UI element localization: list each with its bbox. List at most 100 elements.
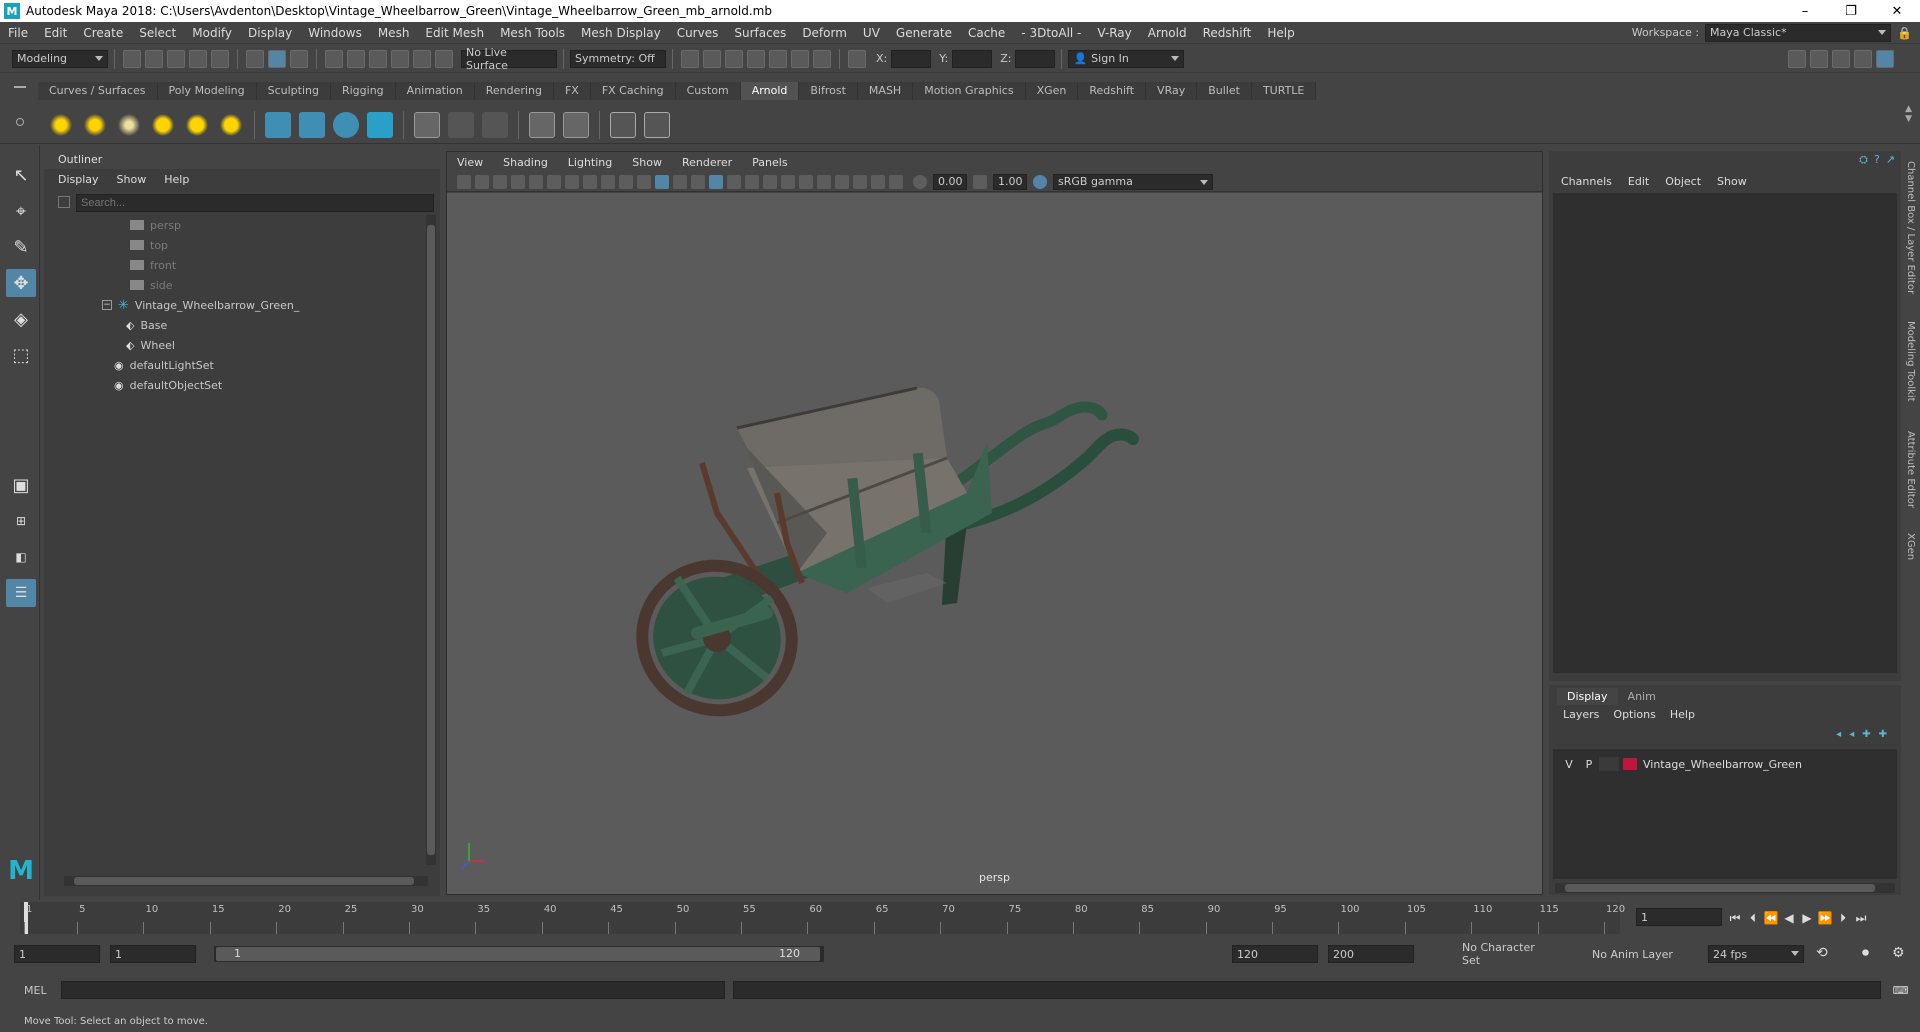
menu-select[interactable]: Select	[131, 26, 184, 40]
gamma-icon[interactable]	[973, 174, 987, 189]
tree-item-wheel[interactable]: ⬖ Wheel	[74, 335, 414, 355]
exposure-icon[interactable]	[913, 174, 927, 189]
channel-box-help-icon[interactable]: ?	[1874, 153, 1880, 167]
loop-icon[interactable]: ⟲	[1816, 945, 1828, 961]
anti-aliasing-icon[interactable]	[799, 174, 813, 189]
new-scene-icon[interactable]	[123, 49, 141, 68]
select-object-icon[interactable]	[268, 49, 286, 68]
tree-item-persp[interactable]: persp	[74, 215, 414, 235]
auto-key-icon[interactable]: ⏺	[1862, 945, 1869, 961]
viewport-menu-view[interactable]: View	[457, 156, 483, 169]
viewport-menu-shading[interactable]: Shading	[503, 156, 548, 169]
menu-curves[interactable]: Curves	[669, 26, 727, 40]
menu-deform[interactable]: Deform	[794, 26, 855, 40]
xray-joints-icon[interactable]	[871, 174, 885, 189]
playback-start-field[interactable]: 1	[110, 945, 196, 963]
animation-preferences-icon[interactable]: ⚙	[1892, 945, 1905, 961]
shelf-scroll-arrows-icon[interactable]: ▲ ▼	[1905, 104, 1912, 124]
color-space-dropdown[interactable]: sRGB gamma	[1053, 173, 1213, 190]
play-backwards-icon[interactable]: ◀	[1780, 911, 1798, 925]
xray-icon[interactable]	[853, 174, 867, 189]
side-tab-channel-box[interactable]: Channel Box / Layer Editor	[1905, 161, 1916, 294]
ambient-occlusion-icon[interactable]	[763, 174, 777, 189]
menu-vray[interactable]: V-Ray	[1089, 26, 1139, 40]
outliner-menu-show[interactable]: Show	[117, 173, 147, 186]
snap-surface-icon[interactable]	[435, 49, 453, 68]
character-set-dropdown[interactable]: No Character Set	[1438, 941, 1556, 967]
menu-edit[interactable]: Edit	[36, 26, 75, 40]
shelf-tab-rendering[interactable]: Rendering	[474, 82, 554, 100]
resolution-gate-icon[interactable]	[565, 174, 579, 189]
four-view-layout-icon[interactable]: ⊞	[6, 507, 36, 535]
x-field[interactable]	[891, 49, 932, 68]
scale-tool-icon[interactable]: ⬚	[6, 341, 36, 369]
motion-blur-icon[interactable]	[781, 174, 795, 189]
menu-set-dropdown[interactable]: Modeling	[12, 49, 108, 68]
tree-item-base[interactable]: ⬖ Base	[74, 315, 414, 335]
symmetry-dropdown[interactable]: Symmetry: Off	[570, 49, 666, 68]
step-forward-key-icon[interactable]: ⏩	[1816, 911, 1834, 925]
new-empty-layer-icon[interactable]: ✚	[1862, 729, 1870, 740]
select-component-icon[interactable]	[290, 49, 308, 68]
go-to-end-icon[interactable]: ⏭	[1852, 911, 1870, 926]
anim-layer-dropdown[interactable]: No Anim Layer	[1568, 945, 1680, 963]
side-tab-modeling-toolkit[interactable]: Modeling Toolkit	[1905, 321, 1916, 402]
image-plane-icon[interactable]	[511, 174, 525, 189]
outliner-menu-display[interactable]: Display	[58, 173, 99, 186]
shelf-tab-curves-surfaces[interactable]: Curves / Surfaces	[38, 82, 158, 100]
time-slider-track[interactable]: 1 5 10 15 20 25 30 35 40 45 50 55 60 65 70 75 80 85 90 95 10…	[20, 902, 1625, 934]
modeling-toolkit-icon[interactable]	[1788, 49, 1806, 68]
menu-windows[interactable]: Windows	[300, 26, 370, 40]
redo-icon[interactable]	[211, 49, 229, 68]
menu-generate[interactable]: Generate	[888, 26, 960, 40]
shelf-tab-animation[interactable]: Animation	[395, 82, 475, 100]
shelf-tab-arnold[interactable]: Arnold	[740, 82, 800, 100]
render-view-icon[interactable]	[791, 49, 809, 68]
render-settings-icon[interactable]	[747, 49, 765, 68]
command-language-label[interactable]: MEL	[24, 984, 47, 997]
channels-object-menu[interactable]: Object	[1665, 175, 1701, 188]
safe-action-icon[interactable]	[619, 174, 633, 189]
shelf-tab-vray[interactable]: VRay	[1146, 82, 1198, 100]
create-standin-icon[interactable]	[265, 112, 291, 138]
range-slider-track[interactable]: 1 120	[214, 946, 824, 962]
outliner-layout-icon[interactable]: ☰	[6, 579, 36, 607]
move-tool-icon[interactable]: ✥	[6, 269, 36, 297]
menu-mesh-tools[interactable]: Mesh Tools	[492, 26, 573, 40]
channel-box-float-icon[interactable]: ↗	[1886, 153, 1895, 167]
layer-visibility-toggle[interactable]: V	[1559, 758, 1579, 771]
snap-curve-icon[interactable]	[347, 49, 365, 68]
viewport-scene[interactable]: persp	[447, 193, 1542, 894]
viewport-menu-lighting[interactable]: Lighting	[568, 156, 612, 169]
use-all-lights-icon[interactable]	[727, 174, 741, 189]
render-view-arnold-icon[interactable]	[610, 112, 636, 138]
maximize-button[interactable]: ❐	[1828, 0, 1874, 22]
new-layer-selected-icon[interactable]: ✚	[1879, 729, 1887, 740]
fps-dropdown[interactable]: 24 fps	[1708, 945, 1804, 963]
menu-help[interactable]: Help	[1259, 26, 1302, 40]
wireframe-icon[interactable]	[637, 174, 651, 189]
layer-tab-anim[interactable]: Anim	[1618, 688, 1666, 705]
collapse-icon[interactable]: −	[102, 300, 112, 310]
menu-mesh-display[interactable]: Mesh Display	[573, 26, 669, 40]
gate-mask-icon[interactable]	[583, 174, 597, 189]
arnold-help-icon[interactable]	[529, 112, 555, 138]
render-play-icon[interactable]	[644, 112, 670, 138]
single-perspective-layout-icon[interactable]: ▣	[6, 471, 36, 499]
animation-end-field[interactable]: 200	[1328, 945, 1414, 963]
color-management-icon[interactable]	[1033, 174, 1047, 189]
tree-item-front[interactable]: front	[74, 255, 414, 275]
shelf-tab-poly-modeling[interactable]: Poly Modeling	[157, 82, 257, 100]
filter-icon[interactable]	[58, 196, 70, 208]
tree-item-default-light-set[interactable]: ◉ defaultLightSet	[74, 355, 414, 375]
bookmark-icon[interactable]	[493, 174, 507, 189]
minimize-button[interactable]: –	[1782, 0, 1828, 22]
layers-menu[interactable]: Layers	[1563, 708, 1599, 721]
flush-caches-icon[interactable]	[414, 112, 440, 138]
shelf-menu-icon[interactable]	[14, 86, 26, 88]
hypershade-icon[interactable]	[769, 49, 787, 68]
depth-of-field-icon[interactable]	[817, 174, 831, 189]
shelf-tab-xgen[interactable]: XGen	[1025, 82, 1079, 100]
shelf-tab-bullet[interactable]: Bullet	[1197, 82, 1252, 100]
undo-icon[interactable]	[189, 49, 207, 68]
